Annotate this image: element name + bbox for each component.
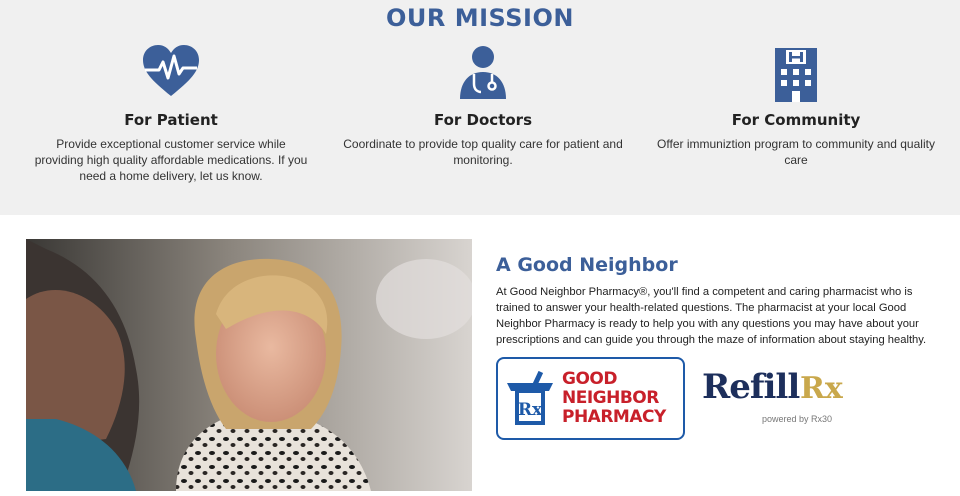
- mission-column-description: Provide exceptional customer service whi…: [34, 137, 308, 183]
- gnp-logo-text: GOOD NEIGHBOR PHARMACY: [562, 370, 666, 427]
- heartbeat-icon: [21, 44, 321, 104]
- refill-rx-logo[interactable]: Refill Rx powered by Rx30: [700, 367, 850, 429]
- good-neighbor-title: A Good Neighbor: [496, 254, 678, 276]
- mission-column-description: Coordinate to provide top quality care f…: [343, 137, 623, 167]
- mission-column-description: Offer immuniztion program to community a…: [657, 137, 935, 167]
- good-neighbor-pharmacy-logo[interactable]: Rx GOOD NEIGHBOR PHARMACY: [496, 357, 685, 440]
- mission-column-patient: For Patient Provide exceptional customer…: [21, 44, 321, 184]
- refill-logo-word: Refill: [702, 367, 800, 407]
- refill-powered-by: powered by Rx30: [762, 414, 833, 424]
- mission-column-title: For Doctors: [433, 111, 532, 129]
- mission-column-title: For Community: [731, 111, 861, 129]
- mission-column-title: For Patient: [124, 111, 218, 129]
- gnp-logo-line: NEIGHBOR: [562, 388, 659, 408]
- mission-title: OUR MISSION: [386, 4, 574, 32]
- refill-logo-rx: Rx: [800, 371, 843, 406]
- gnp-rx-mark: Rx: [518, 400, 543, 420]
- mission-column-community: For Community Offer immuniztion program …: [646, 44, 946, 168]
- mission-section: OUR MISSION For Patient Provide exceptio…: [0, 0, 960, 215]
- doctor-icon: [333, 44, 633, 104]
- gnp-logo-line: GOOD: [562, 369, 617, 389]
- hospital-icon: [646, 44, 946, 104]
- mission-column-doctors: For Doctors Coordinate to provide top qu…: [333, 44, 633, 168]
- mortar-pestle-rx-icon: Rx: [507, 371, 553, 425]
- gnp-logo-line: PHARMACY: [562, 407, 666, 427]
- pharmacist-customer-photo: [26, 239, 472, 491]
- good-neighbor-description: At Good Neighbor Pharmacy®, you'll find …: [496, 286, 927, 346]
